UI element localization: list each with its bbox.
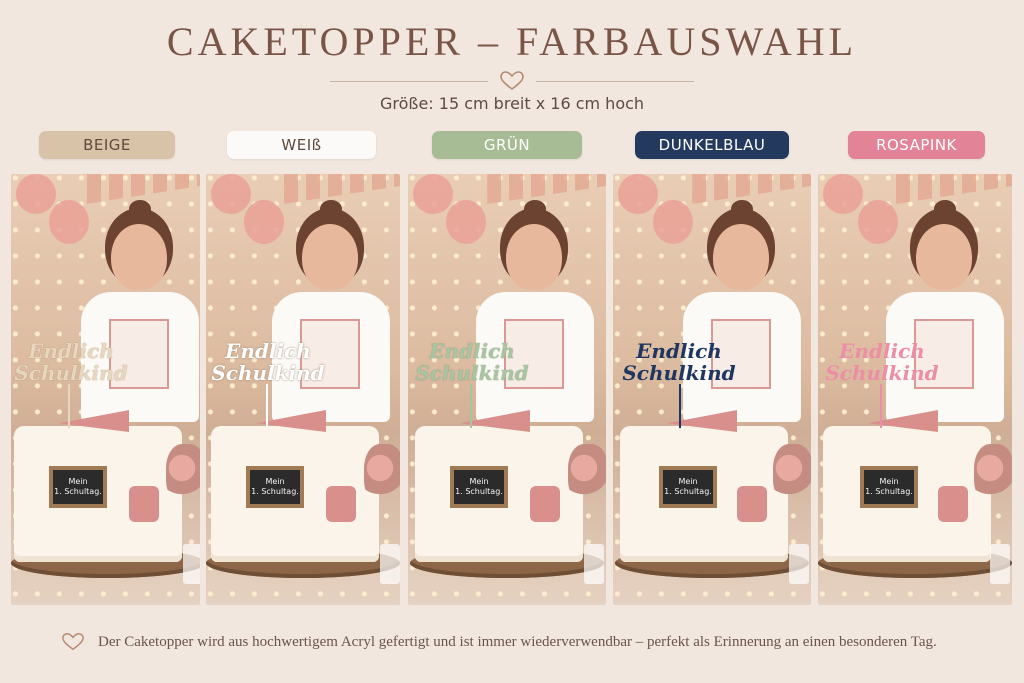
chalkboard-line1: Mein — [879, 477, 899, 486]
topper-line1: Endlich — [636, 339, 722, 363]
chalkboard-line2: 1. Schultag. — [664, 487, 712, 496]
divider-line-right — [536, 81, 694, 82]
backpack-decoration — [326, 486, 356, 522]
divider-line-left — [330, 81, 488, 82]
bunting-decoration — [283, 174, 400, 204]
hair-bun — [731, 200, 753, 218]
backpack-decoration — [530, 486, 560, 522]
chalkboard: Mein 1. Schultag. — [860, 466, 918, 508]
cake-topper: Endlich Schulkind — [11, 340, 131, 384]
chalkboard-line2: 1. Schultag. — [54, 487, 102, 496]
hair-bun — [524, 200, 546, 218]
girl-face — [302, 224, 358, 290]
topper-line1: Endlich — [28, 339, 114, 363]
page-title: CAKETOPPER – FARBAUSWAHL — [166, 19, 858, 64]
flowers — [974, 444, 1012, 504]
photo-panel-gruen[interactable]: Mein 1. Schultag. Endlich Schulkind — [408, 174, 606, 605]
topper-stick — [266, 384, 268, 428]
topper-line1: Endlich — [429, 339, 515, 363]
girl-face — [916, 224, 972, 290]
hair-bun — [129, 200, 151, 218]
photo-panel-beige[interactable]: Mein 1. Schultag. Endlich Schulkind — [11, 174, 200, 605]
title-divider — [330, 71, 694, 91]
color-label-dunkelblau[interactable]: DUNKELBLAU — [635, 131, 789, 159]
balloon — [211, 174, 251, 214]
chalkboard-line1: Mein — [469, 477, 489, 486]
topper-stick — [880, 384, 882, 428]
backpack-decoration — [737, 486, 767, 522]
bunting-decoration — [692, 174, 811, 204]
photo-panel-dunkelblau[interactable]: Mein 1. Schultag. Endlich Schulkind — [613, 174, 811, 605]
topper-line2: Schulkind — [622, 361, 736, 385]
hair-bun — [320, 200, 342, 218]
topper-line1: Endlich — [839, 339, 925, 363]
topper-line2: Schulkind — [415, 361, 529, 385]
flowers — [568, 444, 606, 504]
color-label-gruen[interactable]: GRÜN — [432, 131, 582, 159]
topper-line2: Schulkind — [14, 361, 128, 385]
candle — [584, 544, 604, 584]
flowers — [773, 444, 811, 504]
color-label-beige[interactable]: BEIGE — [39, 131, 175, 159]
balloon — [618, 174, 658, 214]
chalkboard-line2: 1. Schultag. — [251, 487, 299, 496]
cake-topper: Endlich Schulkind — [619, 340, 739, 384]
chalkboard-line1: Mein — [68, 477, 88, 486]
chalkboard: Mein 1. Schultag. — [659, 466, 717, 508]
balloon — [413, 174, 453, 214]
cake-topper: Endlich Schulkind — [412, 340, 532, 384]
candle — [990, 544, 1010, 584]
balloon — [823, 174, 863, 214]
topper-stick — [679, 384, 681, 428]
color-label-rosapink[interactable]: ROSAPINK — [848, 131, 985, 159]
topper-line1: Endlich — [225, 339, 311, 363]
flowers — [364, 444, 400, 504]
backpack-decoration — [129, 486, 159, 522]
chalkboard: Mein 1. Schultag. — [246, 466, 304, 508]
candle — [380, 544, 400, 584]
girl-face — [713, 224, 769, 290]
chalkboard-line2: 1. Schultag. — [455, 487, 503, 496]
girl-face — [111, 224, 167, 290]
footer-note: Der Caketopper wird aus hochwertigem Acr… — [62, 628, 982, 656]
heart-outline-icon — [62, 633, 84, 651]
balloon — [244, 200, 284, 244]
bunting-decoration — [895, 174, 1012, 204]
footer-text: Der Caketopper wird aus hochwertigem Acr… — [98, 633, 937, 650]
chalkboard: Mein 1. Schultag. — [450, 466, 508, 508]
chalkboard-line1: Mein — [265, 477, 285, 486]
cake-topper: Endlich Schulkind — [822, 340, 942, 384]
candle — [789, 544, 809, 584]
flowers — [166, 444, 200, 504]
chalkboard-line2: 1. Schultag. — [865, 487, 913, 496]
heart-outline-icon — [500, 71, 524, 91]
color-label-weiss[interactable]: WEIß — [227, 131, 376, 159]
hair-bun — [934, 200, 956, 218]
candle — [183, 544, 200, 584]
topper-stick — [68, 384, 70, 428]
balloon — [858, 200, 898, 244]
cake-topper: Endlich Schulkind — [208, 340, 328, 384]
topper-stick — [470, 384, 472, 428]
balloon — [49, 200, 89, 244]
backpack-decoration — [938, 486, 968, 522]
chalkboard-line1: Mein — [678, 477, 698, 486]
photo-panel-rosapink[interactable]: Mein 1. Schultag. Endlich Schulkind — [818, 174, 1012, 605]
chalkboard: Mein 1. Schultag. — [49, 466, 107, 508]
topper-line2: Schulkind — [211, 361, 325, 385]
girl-face — [506, 224, 562, 290]
size-subtitle: Größe: 15 cm breit x 16 cm hoch — [379, 94, 645, 113]
balloon — [653, 200, 693, 244]
bunting-decoration — [487, 174, 606, 204]
photo-panel-weiss[interactable]: Mein 1. Schultag. Endlich Schulkind — [206, 174, 400, 605]
balloon — [16, 174, 56, 214]
topper-line2: Schulkind — [825, 361, 939, 385]
balloon — [446, 200, 486, 244]
